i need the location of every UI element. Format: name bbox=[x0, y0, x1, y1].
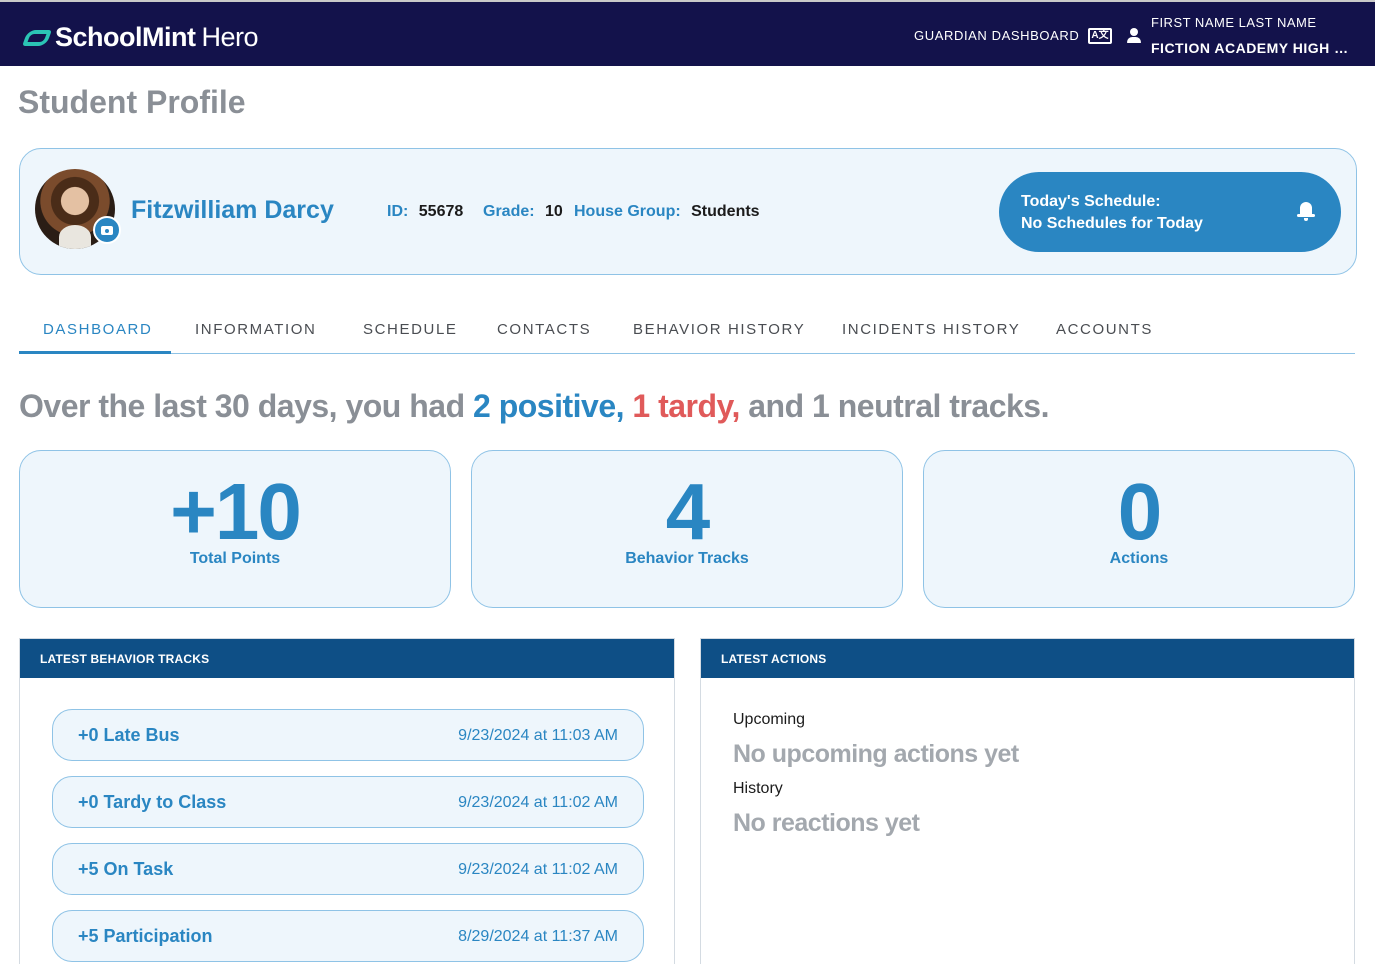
track-date: 9/23/2024 at 11:03 AM bbox=[458, 727, 618, 744]
student-id: ID: 55678 bbox=[387, 203, 463, 221]
house-group-label: House Group: bbox=[574, 203, 681, 220]
latest-actions-panel: LATEST ACTIONS Upcoming No upcoming acti… bbox=[700, 638, 1355, 964]
behavior-tracks-value: 4 bbox=[665, 467, 711, 556]
summary-suffix: and 1 neutral tracks. bbox=[739, 388, 1049, 424]
tab-incidents-history[interactable]: INCIDENTS HISTORY bbox=[842, 321, 1020, 338]
behavior-track-item[interactable]: +0 Tardy to Class 9/23/2024 at 11:02 AM bbox=[52, 776, 644, 828]
behavior-track-item[interactable]: +0 Late Bus 9/23/2024 at 11:03 AM bbox=[52, 709, 644, 761]
actions-card: 0 Actions bbox=[923, 450, 1355, 608]
tab-contacts[interactable]: CONTACTS bbox=[497, 321, 591, 338]
total-points-value: +10 bbox=[170, 467, 302, 556]
summary-prefix: Over the last 30 days, you had bbox=[19, 388, 474, 424]
guardian-dashboard-link[interactable]: GUARDIAN DASHBOARD bbox=[914, 28, 1079, 43]
behavior-panel-title: LATEST BEHAVIOR TRACKS bbox=[20, 639, 674, 678]
student-name: Fitzwilliam Darcy bbox=[131, 196, 334, 224]
behavior-track-item[interactable]: +5 On Task 9/23/2024 at 11:02 AM bbox=[52, 843, 644, 895]
student-id-label: ID: bbox=[387, 203, 409, 220]
tab-schedule[interactable]: SCHEDULE bbox=[363, 321, 458, 338]
actions-value: 0 bbox=[1117, 467, 1163, 556]
track-date: 8/29/2024 at 11:37 AM bbox=[458, 928, 618, 945]
page-title: Student Profile bbox=[18, 84, 246, 120]
track-name: +5 Participation bbox=[78, 926, 213, 946]
actions-label: Actions bbox=[1109, 550, 1169, 567]
house-group-value: Students bbox=[691, 203, 760, 220]
student-grade: Grade: 10 bbox=[483, 203, 563, 221]
user-name[interactable]: FIRST NAME LAST NAME bbox=[1151, 15, 1317, 30]
history-label: History bbox=[733, 780, 783, 797]
summary-tardy: 1 tardy, bbox=[624, 388, 740, 424]
tab-dashboard[interactable]: DASHBOARD bbox=[43, 321, 152, 338]
camera-icon[interactable] bbox=[93, 216, 121, 244]
track-date: 9/23/2024 at 11:02 AM bbox=[458, 861, 618, 878]
schoolmint-hero-logo[interactable]: SchoolMint Hero bbox=[22, 22, 259, 53]
total-points-label: Total Points bbox=[189, 550, 281, 567]
logo-mark-icon bbox=[22, 29, 52, 46]
student-house-group: House Group: Students bbox=[574, 203, 760, 221]
track-name: +5 On Task bbox=[78, 859, 174, 879]
student-grade-label: Grade: bbox=[483, 203, 535, 220]
profile-tabs: DASHBOARD INFORMATION SCHEDULE CONTACTS … bbox=[19, 306, 1355, 354]
upcoming-label: Upcoming bbox=[733, 711, 806, 728]
active-tab-indicator bbox=[19, 351, 171, 354]
tab-accounts[interactable]: ACCOUNTS bbox=[1056, 321, 1153, 338]
todays-schedule-button[interactable]: Today's Schedule: No Schedules for Today bbox=[999, 172, 1341, 252]
behavior-track-item[interactable]: +5 Participation 8/29/2024 at 11:37 AM bbox=[52, 910, 644, 962]
logo-text-light: Hero bbox=[201, 22, 259, 52]
logo-text-bold: SchoolMint bbox=[55, 22, 196, 52]
student-grade-value: 10 bbox=[545, 203, 563, 220]
latest-behavior-tracks-panel: LATEST BEHAVIOR TRACKS +0 Late Bus 9/23/… bbox=[19, 638, 675, 964]
schedule-status: No Schedules for Today bbox=[1021, 215, 1203, 232]
total-points-card: +10 Total Points bbox=[19, 450, 451, 608]
track-date: 9/23/2024 at 11:02 AM bbox=[458, 794, 618, 811]
behavior-tracks-card: 4 Behavior Tracks bbox=[471, 450, 903, 608]
track-name: +0 Tardy to Class bbox=[78, 792, 227, 812]
behavior-summary: Over the last 30 days, you had 2 positiv… bbox=[19, 388, 1049, 425]
history-empty-message: No reactions yet bbox=[733, 809, 920, 837]
bell-icon bbox=[1296, 200, 1316, 222]
user-school[interactable]: FICTION ACADEMY HIGH S... bbox=[1151, 40, 1351, 56]
language-translate-icon[interactable]: A文 bbox=[1088, 28, 1112, 44]
user-icon[interactable] bbox=[1127, 28, 1141, 43]
summary-positive: 2 positive, bbox=[473, 388, 625, 424]
top-navbar: SchoolMint Hero GUARDIAN DASHBOARD A文 FI… bbox=[0, 0, 1375, 66]
tab-information[interactable]: INFORMATION bbox=[195, 321, 316, 338]
upcoming-empty-message: No upcoming actions yet bbox=[733, 740, 1019, 768]
actions-panel-title: LATEST ACTIONS bbox=[701, 639, 1354, 678]
tab-behavior-history[interactable]: BEHAVIOR HISTORY bbox=[633, 321, 805, 338]
student-id-value: 55678 bbox=[418, 203, 464, 220]
behavior-tracks-label: Behavior Tracks bbox=[625, 550, 749, 567]
schedule-title: Today's Schedule: bbox=[1021, 193, 1161, 210]
student-profile-card: Fitzwilliam Darcy ID: 55678 Grade: 10 Ho… bbox=[19, 148, 1357, 275]
track-name: +0 Late Bus bbox=[78, 725, 180, 745]
